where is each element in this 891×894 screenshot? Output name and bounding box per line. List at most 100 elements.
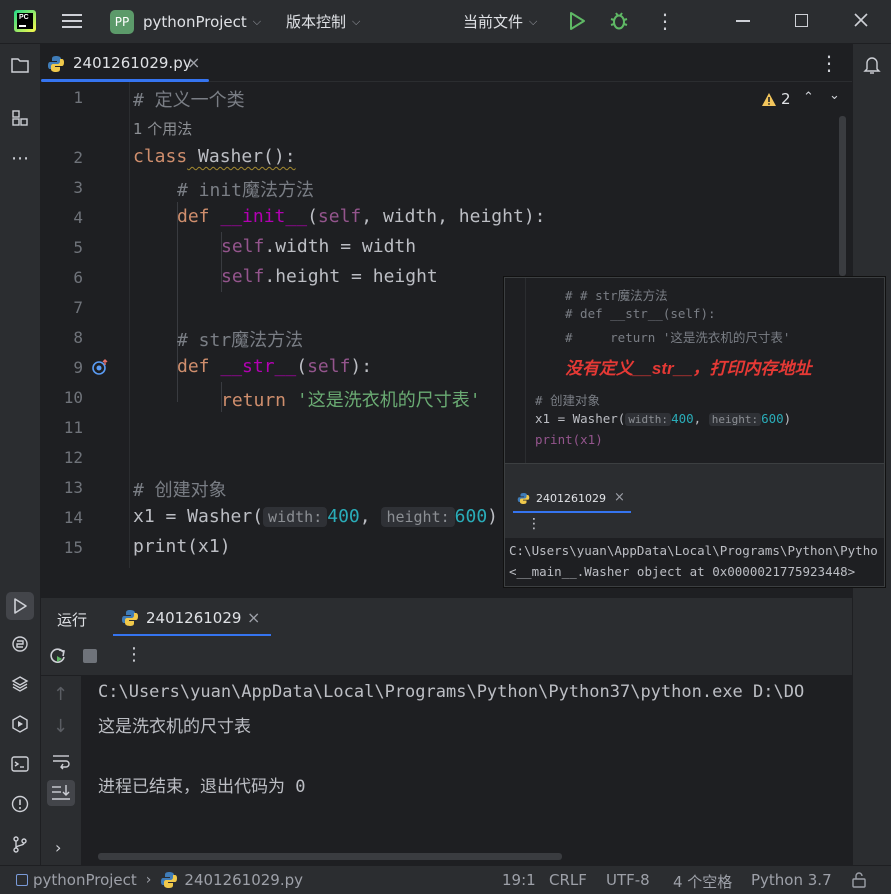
expand-icon[interactable]: ›	[55, 838, 61, 857]
run-tool-button[interactable]	[6, 592, 34, 620]
statement: x1 = Washer(	[133, 506, 264, 527]
next-highlight-button[interactable]: ⌄	[829, 88, 840, 103]
overlay-toolbar: ⋮	[505, 514, 884, 538]
line-number: 8	[73, 328, 83, 347]
run-tab-underline	[113, 634, 271, 636]
overlay-code-line: # 创建对象	[535, 393, 601, 408]
number-literal: 400	[327, 506, 360, 527]
git-branch-icon	[13, 836, 27, 853]
caret-position[interactable]: 19:1	[502, 871, 536, 889]
overlay-code-line: print(x1)	[535, 432, 603, 447]
breadcrumb-file[interactable]: 2401261029.py	[184, 871, 303, 889]
python-console-button[interactable]	[8, 632, 32, 656]
minimize-button[interactable]	[736, 20, 750, 22]
more-icon[interactable]: ⋮	[125, 644, 143, 665]
comment: # 创建对象	[133, 480, 227, 501]
code-line: self.width = width	[221, 236, 416, 257]
indent-setting[interactable]: 4 个空格	[673, 871, 732, 892]
code-line: self.height = height	[221, 266, 438, 287]
project-selector[interactable]: PP pythonProject ⌵	[110, 9, 261, 35]
line-separator[interactable]: CRLF	[549, 871, 587, 889]
inspection-widget[interactable]: 2	[761, 90, 791, 108]
file-encoding[interactable]: UTF-8	[606, 871, 650, 889]
run-tab[interactable]: 2401261029 ×	[113, 598, 271, 637]
statement: .height = height	[264, 266, 438, 287]
self-keyword: self	[307, 356, 351, 377]
keyword: def	[177, 206, 210, 227]
overlay-code-line: # return '这是洗衣机的尺寸表'	[565, 330, 791, 345]
line-number: 14	[63, 508, 83, 527]
services-button[interactable]	[8, 712, 32, 736]
tab-label: 2401261029.py	[73, 54, 192, 72]
layers-icon	[11, 676, 29, 692]
line-number: 2	[73, 148, 83, 167]
project-tool-button[interactable]	[8, 53, 32, 77]
project-badge: PP	[110, 10, 134, 34]
tab-close-icon[interactable]: ×	[187, 53, 200, 72]
params: ):	[350, 356, 373, 377]
editor-tab[interactable]: 2401261029.py ×	[41, 44, 209, 82]
run-side-toolbar: ↑ ↓ ›	[41, 676, 81, 865]
vcs-label: 版本控制	[286, 13, 347, 31]
git-button[interactable]	[8, 832, 32, 856]
close-icon[interactable]: ×	[247, 608, 260, 627]
statement: .width = width	[264, 236, 417, 257]
line-number: 6	[73, 268, 83, 287]
keyword: def	[177, 356, 210, 377]
comment: # 定义一个类	[133, 90, 245, 111]
main-menu-icon[interactable]	[62, 12, 82, 30]
problems-button[interactable]	[8, 792, 32, 816]
line-number: 1	[73, 88, 83, 107]
status-bar: pythonProject › 2401261029.py 19:1 CRLF …	[0, 865, 891, 894]
close-button[interactable]	[852, 11, 870, 29]
maximize-button[interactable]	[795, 14, 808, 27]
more-actions-icon[interactable]: ⋮	[655, 10, 675, 32]
tab-actions-icon[interactable]: ⋮	[819, 51, 839, 75]
left-tool-strip: ⋯	[0, 44, 41, 865]
breadcrumb-project[interactable]: pythonProject	[33, 871, 137, 889]
more-tools-icon[interactable]: ⋯	[8, 146, 32, 170]
run-panel-title: 运行	[57, 611, 88, 629]
play-icon	[570, 12, 585, 30]
python-packages-button[interactable]	[8, 672, 32, 696]
statement: print(x1)	[133, 536, 231, 557]
self-keyword: self	[221, 266, 265, 287]
self-keyword: self	[317, 206, 362, 227]
previous-highlight-button[interactable]: ⌃	[803, 90, 814, 105]
line-number: 12	[63, 448, 83, 467]
run-button[interactable]	[567, 11, 587, 31]
notifications-button[interactable]	[860, 53, 884, 77]
warnings-count: 2	[781, 90, 791, 108]
parameter-hint: height:	[381, 507, 455, 527]
console-line: C:\Users\yuan\AppData\Local\Programs\Pyt…	[98, 682, 805, 702]
usages-hint[interactable]: 1 个用法	[133, 118, 192, 139]
structure-tool-button[interactable]	[8, 106, 32, 130]
soft-wrap-icon[interactable]	[51, 752, 71, 770]
overlay-run-header: 2401261029 ×	[505, 463, 884, 514]
paren: )	[487, 506, 499, 527]
pycharm-logo-icon[interactable]: PC	[14, 10, 36, 32]
terminal-icon	[11, 756, 29, 772]
rerun-icon	[50, 648, 65, 663]
string-literal: '这是洗衣机的尺寸表'	[296, 390, 481, 411]
line-number: 10	[63, 388, 83, 407]
overrides-marker-icon[interactable]	[91, 358, 111, 376]
run-console-output[interactable]: C:\Users\yuan\AppData\Local\Programs\Pyt…	[82, 676, 852, 865]
console-line: 进程已结束，退出代码为 0	[98, 777, 306, 797]
python-interpreter[interactable]: Python 3.7	[751, 871, 832, 889]
terminal-button[interactable]	[8, 752, 32, 776]
problems-icon	[11, 795, 29, 813]
console-line: 这是洗衣机的尺寸表	[98, 717, 251, 737]
debug-button[interactable]	[608, 10, 630, 32]
stop-button[interactable]	[83, 649, 97, 663]
vcs-menu[interactable]: 版本控制 ⌵	[286, 11, 360, 32]
scroll-down-icon[interactable]: ↓	[53, 716, 68, 737]
run-config-selector[interactable]: 当前文件 ⌵	[463, 11, 537, 32]
lock-icon[interactable]	[852, 872, 866, 888]
scroll-to-end-button[interactable]	[47, 780, 75, 806]
console-horizontal-scrollbar[interactable]	[98, 853, 562, 860]
self-keyword: self	[221, 236, 265, 257]
rerun-button[interactable]	[49, 647, 67, 665]
scroll-up-icon[interactable]: ↑	[53, 684, 68, 705]
editor-scrollbar[interactable]	[839, 116, 846, 276]
